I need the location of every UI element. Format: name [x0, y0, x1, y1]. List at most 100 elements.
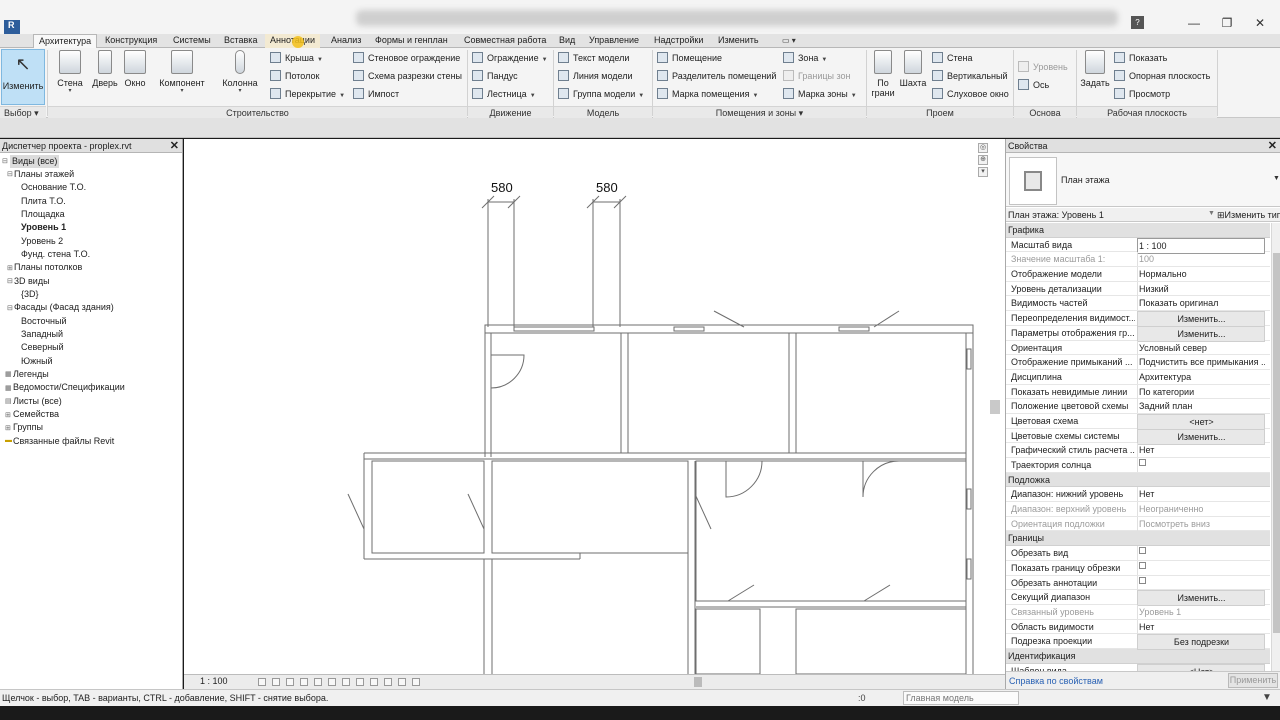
room-outline[interactable] [627, 332, 790, 454]
tree-ceiling-plans[interactable]: Планы потолков [14, 261, 82, 274]
collapse-icon[interactable]: ⊟ [7, 304, 13, 312]
show-workplane-button[interactable]: Показать [1114, 50, 1167, 66]
show-crop-icon[interactable] [328, 678, 336, 686]
room-button[interactable]: Помещение [657, 50, 722, 66]
property-checkbox[interactable] [1137, 458, 1265, 472]
edit-type-button[interactable]: ⊞Изменить тип [1217, 210, 1280, 221]
links-icon[interactable]: ▬ [5, 437, 12, 444]
shadows-icon[interactable] [300, 678, 308, 686]
tree-view-item-active[interactable]: Уровень 1 [21, 221, 66, 234]
property-value[interactable]: 1 : 100 [1137, 237, 1265, 254]
tree-view-item[interactable]: Восточный [21, 315, 67, 328]
type-selector[interactable]: План этажа ▼ [1006, 153, 1280, 207]
wall[interactable] [484, 324, 974, 334]
property-edit-button[interactable]: <Нет> [1137, 663, 1265, 671]
tree-revit-links[interactable]: Связанные файлы Revit [13, 435, 114, 448]
property-row[interactable]: Траектория солнца [1006, 458, 1270, 473]
property-row[interactable]: Диапазон: нижний уровень Нет [1006, 487, 1270, 503]
tree-view-item[interactable]: Фунд. стена Т.О. [21, 248, 90, 261]
floor-button[interactable]: Перекрытие ▼ [270, 86, 345, 102]
room-separator-button[interactable]: Разделитель помещений [657, 68, 776, 84]
tree-legends[interactable]: Легенды [13, 368, 49, 381]
room-outline[interactable] [491, 460, 689, 554]
pan-icon[interactable]: ▾ [978, 167, 988, 177]
legends-icon[interactable]: ▦ [5, 370, 12, 378]
grid-button[interactable]: Ось [1018, 77, 1049, 93]
tree-view-item[interactable]: Южный [21, 355, 53, 368]
property-edit-button[interactable]: Изменить... [1137, 325, 1265, 342]
window[interactable] [966, 488, 972, 510]
instance-selector[interactable]: План этажа: Уровень 1 [1008, 210, 1104, 220]
property-row[interactable]: Уровень детализации Низкий [1006, 281, 1270, 297]
roof-button[interactable]: Крыша ▼ [270, 50, 323, 66]
property-checkbox[interactable] [1137, 575, 1265, 590]
column-button[interactable]: Колонна ▾ [218, 50, 262, 94]
property-row[interactable]: Связанный уровень Уровень 1 [1006, 604, 1270, 620]
properties-help-link[interactable]: Справка по свойствам [1009, 676, 1103, 686]
property-row[interactable]: Ориентация Условный север [1006, 340, 1270, 356]
stair-button[interactable]: Лестница ▼ [472, 86, 536, 102]
property-group-header[interactable]: Границы [1006, 531, 1270, 547]
model-text-button[interactable]: Текст модели [558, 50, 629, 66]
dormer-opening-button[interactable]: Слуховое окно [932, 86, 1009, 102]
tree-view-item[interactable]: Плита Т.О. [21, 195, 66, 208]
property-row[interactable]: Положение цветовой схемы Задний план [1006, 399, 1270, 414]
groups-icon[interactable]: ⊞ [5, 424, 11, 432]
room-outline[interactable] [795, 332, 967, 454]
property-value[interactable]: Низкий [1137, 281, 1265, 296]
close-button[interactable]: ✕ [1246, 15, 1274, 31]
apply-button[interactable]: Применить [1228, 673, 1278, 688]
floor-plan-drawing[interactable]: 580 580 [184, 139, 1005, 674]
viewer-button[interactable]: Просмотр [1114, 86, 1170, 102]
property-row[interactable]: Область видимости Нет [1006, 619, 1270, 635]
property-row[interactable]: Цветовые схемы системы Изменить... [1006, 428, 1270, 445]
horizontal-scrollbar[interactable] [694, 677, 702, 687]
tree-view-item[interactable]: Северный [21, 341, 64, 354]
property-row[interactable]: Ориентация подложки Посмотреть вниз [1006, 516, 1270, 532]
window-button[interactable]: Окно [121, 50, 149, 88]
property-row[interactable]: Шаблон вида <Нет> [1006, 663, 1270, 671]
property-edit-button[interactable]: <нет> [1137, 413, 1265, 430]
window[interactable] [513, 326, 595, 332]
tree-sheets[interactable]: Листы (все) [13, 395, 62, 408]
tab-manage[interactable]: Управление [584, 34, 644, 48]
tree-view-item[interactable]: Площадка [21, 208, 65, 221]
property-row[interactable]: Обрезать аннотации [1006, 575, 1270, 591]
wall-button[interactable]: Стена ▾ [52, 50, 88, 94]
select-panel-title[interactable]: Выбор ▾ [0, 106, 46, 118]
ribbon-minimize-icon[interactable]: ▭ ▾ [782, 36, 796, 45]
property-row[interactable]: Отображение модели Нормально [1006, 267, 1270, 282]
property-group-header[interactable]: Подложка [1006, 472, 1270, 488]
tree-3d-views[interactable]: 3D виды [14, 275, 50, 288]
property-row[interactable]: Цветовая схема <нет> [1006, 413, 1270, 430]
dimension-text[interactable]: 580 [491, 180, 513, 195]
properties-scrollbar[interactable] [1271, 223, 1280, 671]
property-group-header[interactable]: Идентификация [1006, 648, 1270, 664]
window[interactable] [838, 326, 870, 332]
tab-structure[interactable]: Конструкция [100, 34, 162, 48]
room-area-panel-title[interactable]: Помещения и зоны ▾ [653, 106, 866, 118]
door-swing[interactable] [725, 460, 763, 498]
property-row[interactable]: Параметры отображения гр... Изменить... [1006, 325, 1270, 342]
tree-view-item[interactable]: Уровень 2 [21, 235, 63, 248]
close-icon[interactable]: ✕ [170, 139, 179, 153]
property-checkbox[interactable] [1137, 560, 1265, 575]
tree-families[interactable]: Семейства [13, 408, 59, 421]
area-button[interactable]: Зона ▼ [783, 50, 827, 66]
property-row[interactable]: Отображение примыканий ... Подчистить все… [1006, 355, 1270, 370]
property-row[interactable]: Значение масштаба 1: 100 [1006, 252, 1270, 268]
door-button[interactable]: Дверь [90, 50, 120, 88]
property-value[interactable]: Уровень 1 [1137, 604, 1265, 619]
model-line-button[interactable]: Линия модели [558, 68, 633, 84]
model-group-button[interactable]: Группа модели ▼ [558, 86, 644, 102]
tree-view-item[interactable]: Основание Т.О. [21, 181, 86, 194]
zoom-icon[interactable]: ⊕ [978, 155, 988, 165]
vertical-opening-button[interactable]: Вертикальный [932, 68, 1008, 84]
tab-architecture[interactable]: Архитектура [33, 34, 98, 49]
steering-wheel-icon[interactable]: ◎ [978, 143, 988, 153]
tree-view-item[interactable]: Западный [21, 328, 63, 341]
property-value[interactable]: Показать оригинал [1137, 296, 1265, 311]
property-row[interactable]: Графический стиль расчета ... Нет [1006, 443, 1270, 458]
analytical-model-icon[interactable] [384, 678, 392, 686]
by-face-button[interactable]: По грани [871, 50, 895, 98]
